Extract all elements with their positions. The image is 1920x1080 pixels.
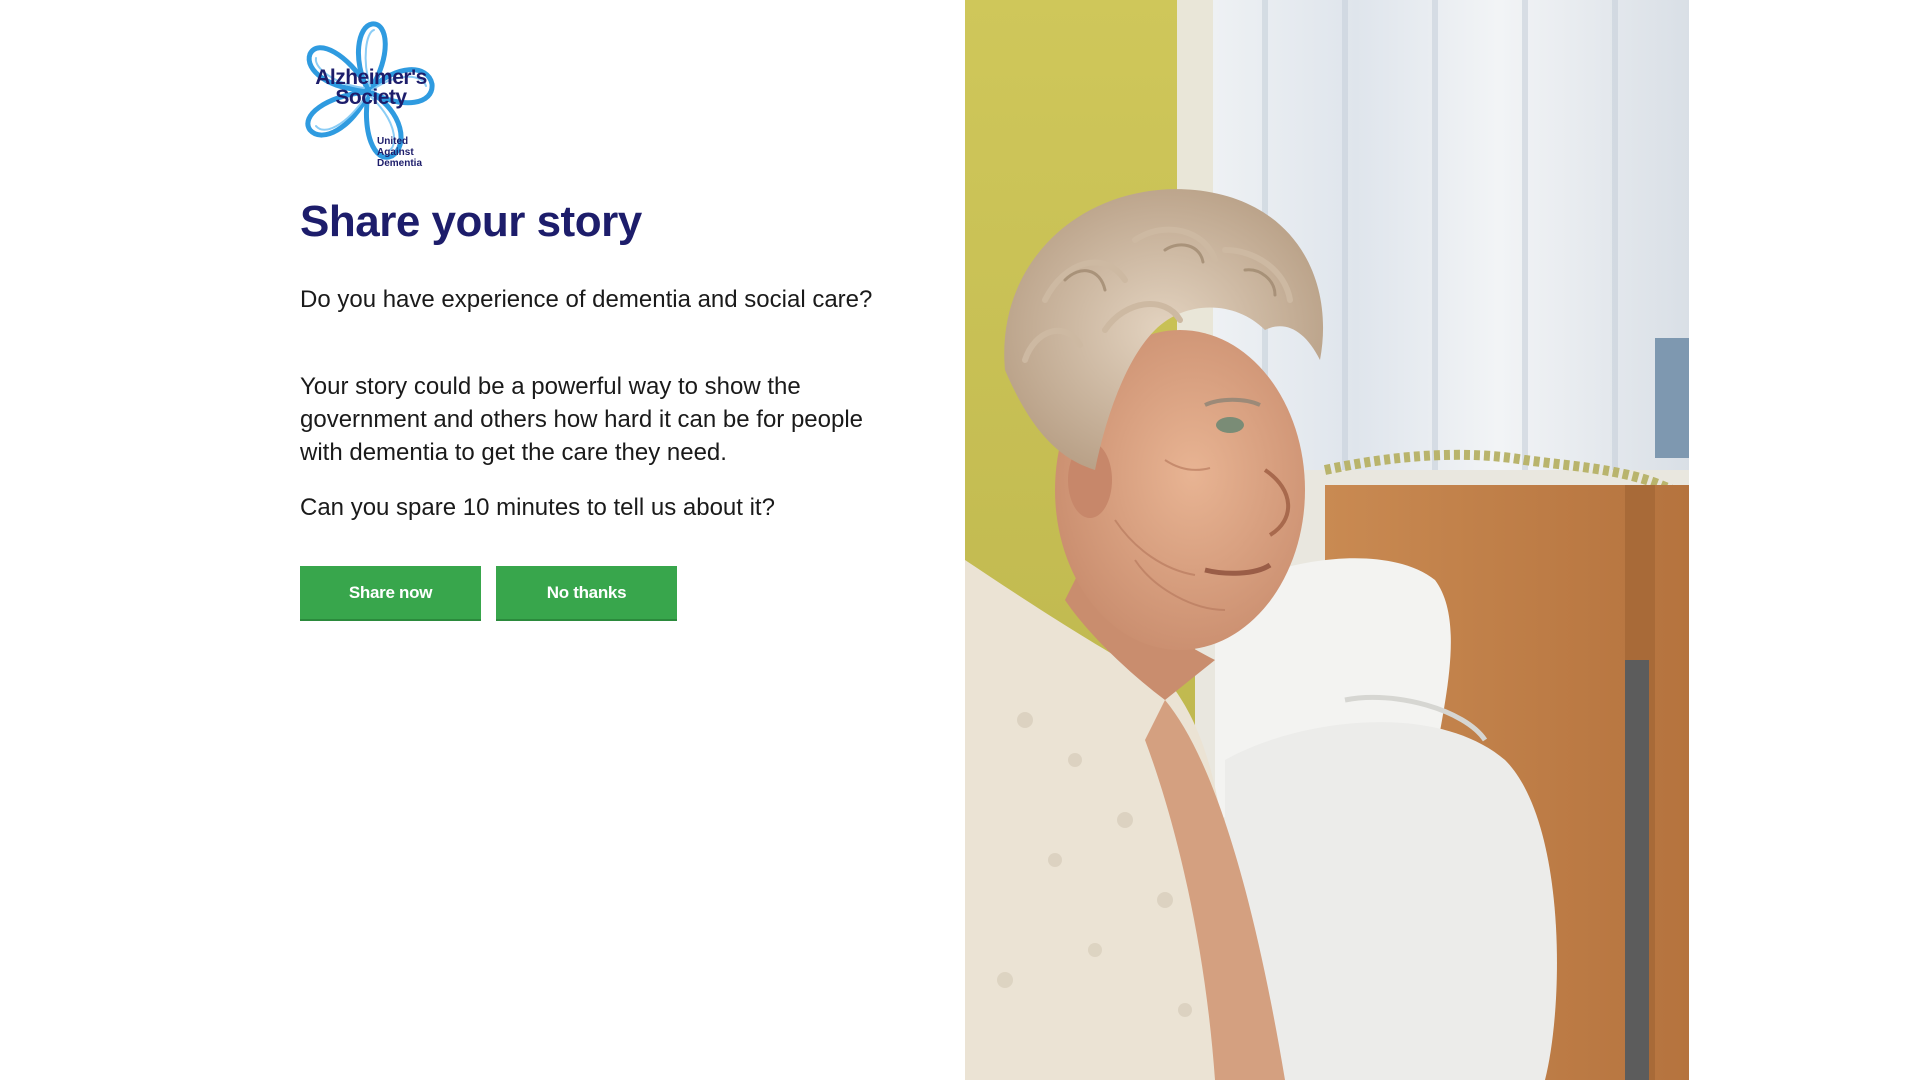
- alzheimers-society-logo: Alzheimer's Society United Against Demen…: [300, 20, 436, 169]
- logo-tagline-line-2: Against: [377, 147, 414, 158]
- elderly-woman-portrait-image: [965, 0, 1689, 1080]
- action-buttons: Share now No thanks: [300, 566, 677, 621]
- logo-name-line-2: Society: [335, 86, 407, 109]
- portrait-illustration: [965, 0, 1689, 1080]
- content-panel: Alzheimer's Society United Against Demen…: [300, 0, 920, 1080]
- logo-name-line-1: Alzheimer's: [315, 66, 427, 89]
- intro-question: Do you have experience of dementia and s…: [300, 286, 873, 313]
- logo-wordmark: Alzheimer's Society: [308, 66, 434, 109]
- logo-tagline-line-3: Dementia: [377, 158, 423, 169]
- no-thanks-button[interactable]: No thanks: [496, 566, 677, 621]
- page-title: Share your story: [300, 197, 642, 246]
- page: Alzheimer's Society United Against Demen…: [0, 0, 1920, 1080]
- logo-tagline-line-1: United: [377, 136, 409, 147]
- logo-tagline: United Against Dementia: [377, 136, 422, 169]
- intro-description: Your story could be a powerful way to sh…: [300, 373, 864, 466]
- share-now-button[interactable]: Share now: [300, 566, 481, 621]
- time-request: Can you spare 10 minutes to tell us abou…: [300, 494, 775, 521]
